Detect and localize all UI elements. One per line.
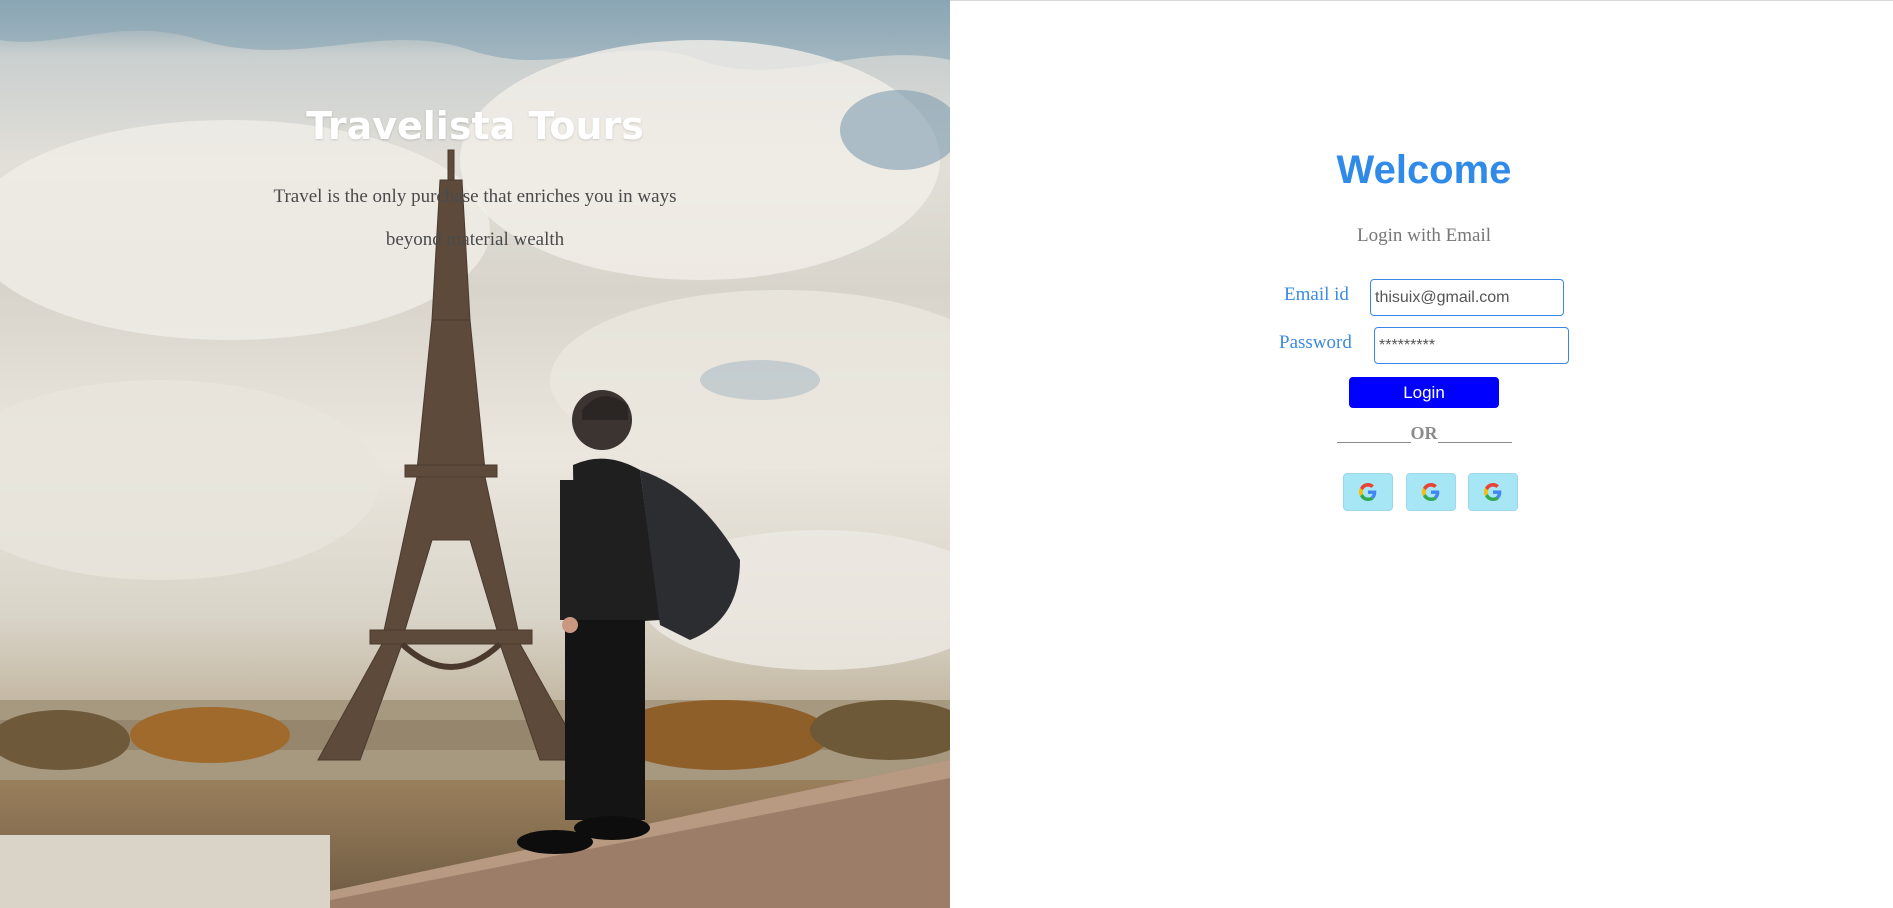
google-icon (1422, 483, 1440, 501)
or-line-right (1437, 442, 1512, 443)
password-input[interactable] (1374, 327, 1569, 364)
google-login-button-1[interactable] (1343, 473, 1393, 511)
hero-panel: Travelista Tours Travel is the only purc… (0, 0, 950, 908)
tagline-line-2: beyond material wealth (385, 229, 565, 250)
password-label: Password (1279, 332, 1352, 353)
brand-title: Travelista Tours (306, 104, 644, 148)
or-divider: OR (1334, 423, 1514, 444)
email-input[interactable] (1370, 279, 1564, 316)
email-label: Email id (1284, 284, 1349, 305)
hero-tagline: Travel is the only purchase that enriche… (250, 175, 700, 261)
google-icon (1359, 483, 1377, 501)
google-icon (1484, 483, 1502, 501)
welcome-heading: Welcome (1336, 148, 1512, 192)
login-button[interactable]: Login (1349, 377, 1499, 408)
or-line-left (1336, 442, 1411, 443)
tagline-line-1: Travel is the only purchase that enriche… (273, 186, 677, 207)
or-text: OR (1410, 423, 1438, 443)
login-subtitle: Login with Email (1356, 225, 1492, 246)
top-border (950, 0, 1893, 1)
google-login-button-3[interactable] (1468, 473, 1518, 511)
google-login-button-2[interactable] (1406, 473, 1456, 511)
